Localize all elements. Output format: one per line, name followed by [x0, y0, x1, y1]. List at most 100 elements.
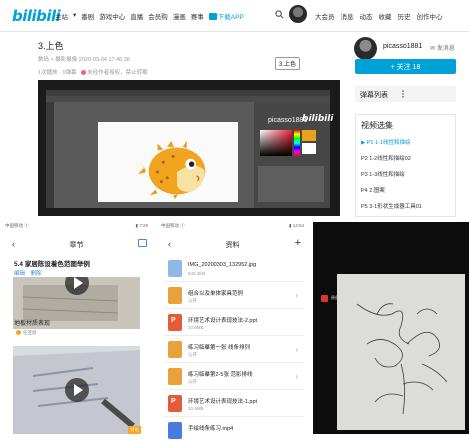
hue-slider — [294, 130, 300, 156]
file-size: 549.3KB — [188, 271, 206, 276]
uploader-name[interactable]: picasso1881 — [383, 43, 422, 50]
no-reprint-notice: 未经作者授权，禁止转载 — [87, 70, 148, 76]
follow-button[interactable]: + 关注 18 — [355, 59, 456, 74]
screen-title: 章节 — [69, 242, 84, 249]
video-meta: 数码 > 摄影摄像 2020-03-04 17:46:38 — [38, 57, 130, 63]
folder-name: 练习临摹第2-5张 范影排线 — [188, 372, 253, 378]
share-icon[interactable] — [138, 239, 147, 247]
video-tag[interactable]: 3.上色 — [275, 57, 301, 70]
status-time: ▮ 14:54 — [289, 223, 304, 228]
folder-row[interactable]: 练习临摹第一张 线条排列 公开 › — [164, 337, 304, 363]
play-indicator-icon: ▶ — [361, 140, 366, 146]
nav-item-vip[interactable]: 大会员 — [315, 11, 335, 21]
folder-visibility: 公开 — [188, 298, 197, 303]
watermark-logo: bilibili — [302, 114, 334, 124]
file-size: 10.9MB — [188, 406, 204, 411]
video-file-icon — [168, 422, 182, 439]
uploader-avatar[interactable] — [354, 37, 377, 60]
chevron-down-icon: ▾ — [73, 12, 77, 19]
folder-visibility: 公开 — [188, 352, 197, 357]
nav-item-esports[interactable]: 赛事 — [191, 11, 204, 21]
more-vertical-icon[interactable] — [400, 90, 406, 98]
channel-caption: 原创作品展示 班级作品 — [331, 295, 373, 300]
file-name: 环境艺术设计表现技法-2.ppt — [188, 318, 258, 324]
folder-icon — [168, 287, 182, 304]
playlist-item-p3[interactable]: P3 1-3线性和描绘 — [361, 170, 405, 178]
playlist-item-p2[interactable]: P2 1-2线性和描绘02 — [361, 154, 411, 162]
nav-item-creator-center[interactable]: 创作中心 — [417, 11, 443, 21]
nav-item-live[interactable]: 直播 — [130, 11, 143, 21]
nav-item-game-center[interactable]: 游戏中心 — [99, 11, 125, 21]
pufferfish-illustration — [138, 140, 206, 200]
video-title: 3.上色 — [38, 41, 64, 51]
nav-item-shop[interactable]: 会员购 — [148, 11, 168, 21]
nav-item-comics[interactable]: 漫画 — [173, 11, 186, 21]
color-swatch — [302, 143, 316, 154]
danmaku-list-label: 弹幕列表 — [360, 92, 388, 99]
folder-name: 练习临摹第一张 线条排列 — [188, 345, 251, 351]
nav-item-history[interactable]: 历史 — [398, 11, 411, 21]
phone-screen-video[interactable]: 原创作品展示 班级作品 — [313, 222, 469, 434]
playlist-item-p5[interactable]: P5 3-1形状生成器工具01 — [361, 202, 422, 210]
status-time: ▮ 7:29 — [135, 223, 149, 228]
file-row[interactable]: P 环境艺术设计表现技法-2.ppt 10.9MB — [164, 310, 304, 336]
nav-item-download-app[interactable]: 下载APP — [208, 11, 244, 21]
video-player[interactable]: picasso1881 bilibili — [38, 80, 340, 216]
status-bar: 中国移动 ⓢ ▮ 7:29 — [0, 220, 153, 230]
folder-icon — [168, 368, 182, 385]
send-message-label: 发消息 — [436, 46, 455, 52]
user-avatar[interactable] — [289, 5, 307, 23]
add-icon[interactable]: + — [295, 237, 301, 249]
mail-icon: ✉ — [430, 46, 436, 52]
file-row[interactable]: P 环境艺术设计表现技法-1.ppt 10.9MB — [164, 391, 304, 417]
nav-item-download-label: 下载APP — [217, 14, 244, 21]
file-name: 手绘线条练习.mp4 — [188, 426, 234, 432]
phone-screen-files: 中国移动 ⓢ ▮ 14:54 ‹ 资料 + IMG_20200303_13295… — [156, 220, 309, 440]
playlist-item-label: P1 1-1线性和描绘 — [366, 140, 411, 146]
edit-links: 编辑 删除 — [14, 269, 46, 277]
ppt-file-icon: P — [168, 395, 182, 412]
views-line: 1次播放 · 0弹幕 — [38, 70, 77, 76]
discussion-badge[interactable]: 讨论 — [128, 426, 141, 434]
video-stats: 1次播放 · 0弹幕 未经作者授权，禁止转载 — [38, 68, 148, 76]
nav-item-dynamics[interactable]: 动态 — [360, 11, 373, 21]
nav-right-menu: 大会员 消息 动态 收藏 历史 创作中心 — [315, 11, 443, 21]
nav-item-anime[interactable]: 番剧 — [81, 11, 94, 21]
file-row[interactable]: IMG_20200303_132952.jpg 549.3KB — [164, 256, 304, 282]
screen-title: 资料 — [225, 242, 240, 249]
folder-icon — [168, 341, 182, 358]
color-picker — [260, 130, 292, 156]
folder-row[interactable]: 练习临摹第2-5张 范影排线 公开 › — [164, 364, 304, 390]
file-name: IMG_20200303_132952.jpg — [188, 262, 257, 268]
screenshot-collage: bilibili 主站 ▾ 番剧 游戏中心 直播 会员购 漫画 赛事 下载APP … — [0, 0, 469, 440]
ppt-file-icon: P — [168, 314, 182, 331]
playlist-item-p1[interactable]: ▶ P1 1-1线性和描绘 — [361, 138, 410, 146]
search-icon[interactable] — [275, 10, 284, 19]
video-thumbnail[interactable] — [13, 346, 140, 434]
chevron-right-icon: › — [295, 372, 298, 381]
status-bar: 中国移动 ⓢ ▮ 14:54 — [156, 220, 309, 230]
author-name: 任亚丽 — [23, 330, 37, 335]
file-row[interactable]: 手绘线条练习.mp4 — [164, 418, 304, 440]
author-avatar — [16, 330, 21, 335]
chevron-right-icon: › — [295, 345, 298, 354]
phone-screen-chapter: 中国移动 ⓢ ▮ 7:29 ‹ 章节 5.4 家居陈设着色范图举例 编辑 删除 … — [0, 220, 153, 440]
section-label: 地板材质表现 — [14, 321, 51, 327]
send-message-link[interactable]: ✉ 发消息 — [430, 43, 455, 52]
no-reprint-icon — [81, 70, 87, 75]
folder-row[interactable]: 组合以及单体家具范例 公开 › — [164, 283, 304, 309]
carrier-label: 中国移动 ⓢ — [5, 223, 29, 228]
channel-avatar — [321, 295, 328, 302]
nav-item-main[interactable]: 主站 — [55, 11, 68, 21]
playlist-item-p4[interactable]: P4 2.图案 — [361, 186, 385, 194]
video-frame: picasso1881 bilibili — [46, 90, 334, 208]
chevron-right-icon: › — [295, 291, 298, 300]
file-name: 环境艺术设计表现技法-1.ppt — [188, 399, 258, 405]
playlist-title: 视频选集 — [361, 121, 393, 130]
color-swatch — [302, 130, 316, 141]
nav-item-messages[interactable]: 消息 — [341, 11, 354, 21]
nav-item-favorites[interactable]: 收藏 — [379, 11, 392, 21]
play-icon[interactable] — [65, 378, 89, 402]
bilibili-logo[interactable]: bilibili — [12, 7, 61, 25]
layers-panel — [258, 166, 324, 202]
